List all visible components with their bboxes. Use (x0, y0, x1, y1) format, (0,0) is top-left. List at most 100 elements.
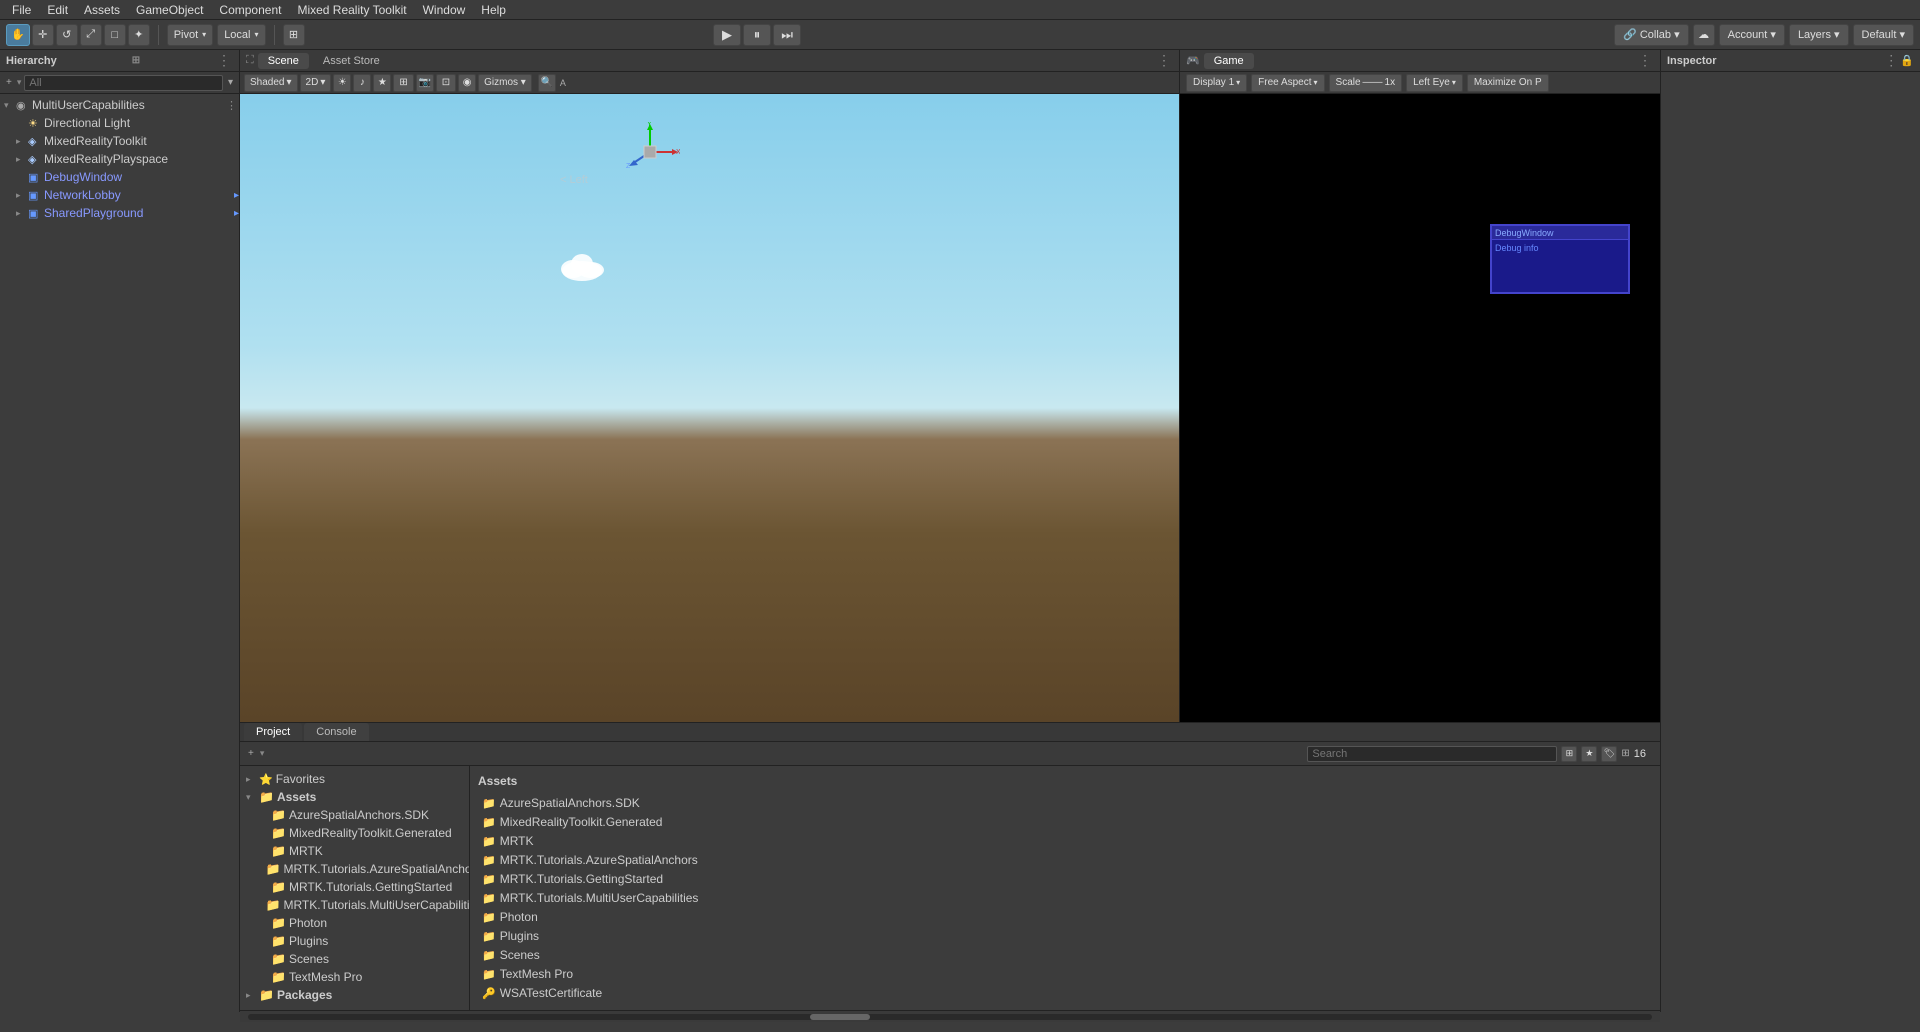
asset-scenes[interactable]: 📁 Scenes (478, 946, 1652, 964)
proj-mrtk[interactable]: ▸ 📁 MRTK (240, 842, 469, 860)
asset-mrtk-getting[interactable]: 📁 MRTK.Tutorials.GettingStarted (478, 870, 1652, 888)
default-dropdown[interactable]: Default ▾ (1853, 24, 1914, 46)
dimension-dropdown[interactable]: 2D ▾ (300, 74, 332, 92)
tree-item-debugwindow[interactable]: ▸ ▣ DebugWindow (0, 168, 239, 186)
scene-search-btn[interactable]: 🔍 (538, 74, 556, 92)
play-button[interactable]: ▶ (713, 24, 741, 46)
scene-fx-btn[interactable]: ★ (373, 74, 391, 92)
proj-photon[interactable]: ▸ 📁 Photon (240, 914, 469, 932)
cloud-btn[interactable]: ☁ (1693, 24, 1715, 46)
local-dropdown[interactable]: Local ▾ (217, 24, 265, 46)
gizmos-dropdown[interactable]: Gizmos ▾ (478, 74, 532, 92)
tree-item-dirlight[interactable]: ▸ ☀ Directional Light (0, 114, 239, 132)
tree-item-root[interactable]: ▾ ◉ MultiUserCapabilities ⋮ (0, 96, 239, 114)
tree-item-mrplayspace[interactable]: ▸ ◈ MixedRealityPlayspace (0, 150, 239, 168)
proj-search-filter-btn[interactable]: ⊞ (1561, 746, 1577, 762)
asset-store-tab[interactable]: Asset Store (313, 53, 390, 69)
bottom-scrollbar (240, 1010, 1660, 1022)
game-tab[interactable]: Game (1204, 53, 1254, 69)
asset-mrtk-azure[interactable]: 📁 MRTK.Tutorials.AzureSpatialAnchors (478, 851, 1652, 869)
project-tab[interactable]: Project (244, 723, 302, 741)
hierarchy-add-btn[interactable]: + (4, 75, 14, 91)
tool-rect[interactable]: □ (104, 24, 126, 46)
game-menu-btn[interactable]: ⋮ (1636, 52, 1654, 69)
scene-toolbar: Shaded ▾ 2D ▾ ☀ ♪ ★ ⊞ 📷 ⊡ (240, 72, 1179, 94)
proj-assets-root[interactable]: ▾ 📁 Assets (240, 788, 469, 806)
scene-background (240, 94, 1179, 722)
asset-plugins[interactable]: 📁 Plugins (478, 927, 1652, 945)
scene-menu-btn[interactable]: ⋮ (1155, 52, 1173, 69)
maximize-btn[interactable]: Maximize On P (1467, 74, 1549, 92)
menu-assets[interactable]: Assets (76, 3, 128, 17)
display-dropdown[interactable]: Display 1 ▾ (1186, 74, 1247, 92)
step-button[interactable]: ⏭ (773, 24, 801, 46)
menu-help[interactable]: Help (473, 3, 514, 17)
scene-vis-btn[interactable]: ◉ (458, 74, 476, 92)
hier-filter-btn[interactable]: ▾ (226, 75, 235, 91)
asset-azure-sdk[interactable]: 📁 AzureSpatialAnchors.SDK (478, 794, 1652, 812)
scene-light-btn[interactable]: ☀ (333, 74, 351, 92)
proj-packages[interactable]: ▸ 📁 Packages (240, 986, 469, 1004)
asset-wsa[interactable]: 🔑 WSATestCertificate (478, 984, 1652, 1002)
proj-mrtk-getting[interactable]: ▸ 📁 MRTK.Tutorials.GettingStarted (240, 878, 469, 896)
asset-mrtk-multi[interactable]: 📁 MRTK.Tutorials.MultiUserCapabilities (478, 889, 1652, 907)
scale-control[interactable]: Scale —— 1x (1329, 74, 1403, 92)
proj-plugins[interactable]: ▸ 📁 Plugins (240, 932, 469, 950)
account-dropdown[interactable]: Account ▾ (1719, 24, 1785, 46)
scene-more-btn[interactable]: ⊞ (393, 74, 413, 92)
menu-edit[interactable]: Edit (39, 3, 76, 17)
scrollbar-track[interactable] (248, 1014, 1652, 1020)
asset-photon[interactable]: 📁 Photon (478, 908, 1652, 926)
asset-textmesh[interactable]: 📁 TextMesh Pro (478, 965, 1652, 983)
asset-mrtk[interactable]: 📁 MRTK (478, 832, 1652, 850)
proj-mrtk-azure[interactable]: ▸ 📁 MRTK.Tutorials.AzureSpatialAnchors (240, 860, 469, 878)
pivot-dropdown[interactable]: Pivot ▾ (167, 24, 213, 46)
inspector-lock-btn[interactable]: 🔒 (1900, 54, 1914, 67)
inspector-menu-btn[interactable]: ⋮ (1882, 52, 1900, 69)
tree-item-mrtk[interactable]: ▸ ◈ MixedRealityToolkit (0, 132, 239, 150)
aspect-dropdown[interactable]: Free Aspect ▾ (1251, 74, 1324, 92)
tool-rotate[interactable]: ↺ (56, 24, 78, 46)
menu-component[interactable]: Component (211, 3, 289, 17)
scene-canvas[interactable]: Y X Z < Left (240, 94, 1179, 722)
console-tab[interactable]: Console (304, 723, 368, 741)
menu-file[interactable]: File (4, 3, 39, 17)
proj-mrtk-multi[interactable]: ▸ 📁 MRTK.Tutorials.MultiUserCapabilities (240, 896, 469, 914)
layers-dropdown[interactable]: Layers ▾ (1789, 24, 1849, 46)
proj-textmesh[interactable]: ▸ 📁 TextMesh Pro (240, 968, 469, 986)
snap-btn[interactable]: ⊞ (283, 24, 305, 46)
asset-mrtk-gen[interactable]: 📁 MixedRealityToolkit.Generated (478, 813, 1652, 831)
menu-window[interactable]: Window (415, 3, 474, 17)
tree-item-sharedplayground[interactable]: ▸ ▣ SharedPlayground ▸ (0, 204, 239, 222)
pause-button[interactable]: ⏸ (743, 24, 771, 46)
proj-mrtk-gen[interactable]: ▸ 📁 MixedRealityToolkit.Generated (240, 824, 469, 842)
scene-tab[interactable]: Scene (258, 53, 309, 69)
project-search-input[interactable] (1307, 746, 1557, 762)
debugwindow-label: DebugWindow (44, 170, 122, 184)
project-add-btn[interactable]: + (246, 746, 256, 762)
tool-hand[interactable]: ✋ (6, 24, 30, 46)
proj-search-star-btn[interactable]: ★ (1581, 746, 1597, 762)
main-layout: Hierarchy ⊞ ⋮ + ▾ ▾ ▾ ◉ MultiUserCapabil… (0, 50, 1920, 1012)
sharedplayground-expand: ▸ (234, 208, 239, 219)
scene-cam-btn[interactable]: 📷 (416, 74, 434, 92)
proj-favorites[interactable]: ▸ ⭐ Favorites (240, 770, 469, 788)
tool-transform[interactable]: ✦ (128, 24, 150, 46)
tool-scale[interactable]: ⤢ (80, 24, 102, 46)
collab-dropdown[interactable]: 🔗 Collab ▾ (1614, 24, 1688, 46)
tree-item-networklobby[interactable]: ▸ ▣ NetworkLobby ▸ (0, 186, 239, 204)
proj-azure-sdk[interactable]: ▸ 📁 AzureSpatialAnchors.SDK (240, 806, 469, 824)
proj-scenes[interactable]: ▸ 📁 Scenes (240, 950, 469, 968)
hierarchy-menu-btn[interactable]: ⋮ (215, 52, 233, 69)
tool-move[interactable]: ✛ (32, 24, 54, 46)
eye-dropdown[interactable]: Left Eye ▾ (1406, 74, 1463, 92)
menu-gameobject[interactable]: GameObject (128, 3, 211, 17)
hierarchy-search[interactable] (24, 75, 223, 91)
scene-audio-btn[interactable]: ♪ (353, 74, 371, 92)
root-menu-btn[interactable]: ⋮ (224, 99, 239, 112)
menu-mrtoolkit[interactable]: Mixed Reality Toolkit (289, 3, 414, 17)
scene-icon: ⛶ (246, 54, 254, 67)
shading-dropdown[interactable]: Shaded ▾ (244, 74, 298, 92)
proj-search-tag-btn[interactable]: 🏷 (1601, 746, 1617, 762)
scene-grid-btn[interactable]: ⊡ (436, 74, 456, 92)
